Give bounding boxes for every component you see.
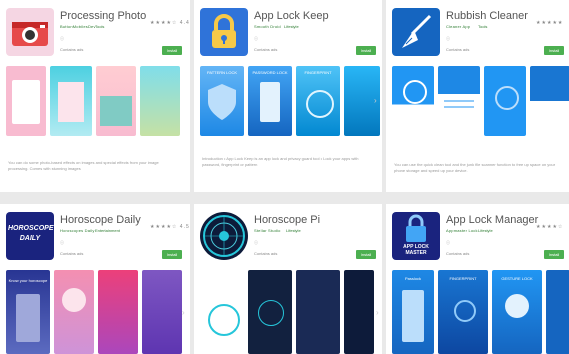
ads-badge: Contains ads [60, 251, 84, 256]
ads-badge: Contains ads [254, 47, 278, 52]
category-link[interactable]: Tools [478, 24, 487, 29]
screenshot[interactable] [392, 66, 434, 136]
screenshot[interactable]: Know your horoscope [6, 270, 50, 354]
app-title[interactable]: App Lock Keep [254, 10, 329, 22]
lock-icon[interactable] [200, 8, 248, 56]
screenshot-strip[interactable] [6, 66, 180, 136]
app-card-processing-photo[interactable]: Processing Photo ButtonMobilesDev Tools … [0, 0, 190, 192]
shot-label: GESTURE LOCK [501, 276, 533, 281]
screenshot[interactable] [484, 66, 526, 136]
install-button[interactable]: Install [544, 46, 564, 55]
install-button[interactable]: Install [162, 46, 182, 55]
chevron-right-icon[interactable]: › [182, 308, 185, 317]
info-icon: ⓘ [446, 240, 450, 245]
info-icon: ⓘ [446, 36, 450, 41]
developer-link[interactable]: Horoscopes Daily [60, 228, 95, 233]
developer-link[interactable]: ButtonMobilesDev [60, 24, 96, 29]
camera-icon[interactable] [6, 8, 54, 56]
developer-link[interactable]: Appmaster Lock [446, 228, 478, 233]
category-link[interactable]: Lifestyle [284, 24, 299, 29]
info-icon: ⓘ [60, 240, 64, 245]
rating: ★★★★★ [536, 20, 564, 26]
screenshot[interactable]: FINGERPRINT [296, 66, 340, 136]
screenshot[interactable] [248, 270, 292, 354]
app-card-horoscope-daily[interactable]: HOROSCOPE DAILY Horoscope Daily Horoscop… [0, 204, 190, 354]
screenshot[interactable]: PATTERN LOCK [200, 66, 244, 136]
chevron-right-icon[interactable]: › [374, 96, 377, 105]
screenshot[interactable] [50, 66, 92, 136]
shot-label: FINGERPRINT [304, 70, 332, 75]
developer-link[interactable]: Stellar Studio [254, 228, 281, 233]
app-title[interactable]: Horoscope Pi [254, 214, 320, 226]
screenshot[interactable] [96, 66, 136, 136]
developer-link[interactable]: Smooth Droid [254, 24, 281, 29]
screenshot-strip[interactable]: PATTERN LOCK PASSWORD LOCK FINGERPRINT [200, 66, 380, 136]
screenshot[interactable] [296, 270, 340, 354]
category-link[interactable]: Lifestyle [286, 228, 301, 233]
screenshot[interactable] [6, 66, 46, 136]
screenshot[interactable] [438, 66, 480, 136]
app-lock-master-icon[interactable]: APP LOCK MASTER [392, 212, 440, 260]
shot-label: PATTERN LOCK [206, 70, 238, 75]
broom-icon[interactable] [392, 8, 440, 56]
app-title[interactable]: Horoscope Daily [60, 214, 141, 226]
shot-label: Know your horoscope [8, 278, 48, 283]
category-link[interactable]: Tools [95, 24, 104, 29]
app-title[interactable]: Rubbish Cleaner [446, 10, 528, 22]
screenshot-strip[interactable] [200, 270, 374, 354]
shot-label: FINGERPRINT [449, 276, 477, 281]
screenshot[interactable]: Passlock [392, 270, 434, 354]
app-card-app-lock-keep[interactable]: App Lock Keep Smooth Droid Lifestyle ⓘ C… [194, 0, 382, 192]
chevron-right-icon[interactable]: › [376, 308, 379, 317]
screenshot[interactable] [98, 270, 138, 354]
screenshot[interactable] [344, 270, 374, 354]
install-button[interactable]: Install [544, 250, 564, 259]
install-button[interactable]: Install [162, 250, 182, 259]
ads-badge: Contains ads [254, 251, 278, 256]
zodiac-wheel-icon[interactable] [200, 212, 248, 260]
info-icon: ⓘ [254, 240, 258, 245]
icon-text: HOROSCOPE DAILY [8, 225, 54, 242]
ads-badge: Contains ads [446, 251, 470, 256]
app-card-app-lock-manager[interactable]: APP LOCK MASTER App Lock Manager Appmast… [386, 204, 569, 354]
ads-badge: Contains ads [60, 47, 84, 52]
screenshot[interactable] [546, 270, 569, 354]
category-link[interactable]: Entertainment [95, 228, 120, 233]
screenshot-strip[interactable]: Passlock FINGERPRINT GESTURE LOCK [392, 270, 569, 354]
rating: ★★★★☆ 4.5 [150, 224, 190, 230]
shot-label: Passlock [404, 276, 421, 281]
category-link[interactable]: Lifestyle [478, 228, 493, 233]
screenshot[interactable] [140, 66, 180, 136]
ads-badge: Contains ads [446, 47, 470, 52]
app-description: You can do some photo-based effects on i… [8, 160, 159, 171]
install-button[interactable]: Install [356, 250, 376, 259]
screenshot[interactable] [142, 270, 182, 354]
install-button[interactable]: Install [356, 46, 376, 55]
screenshot[interactable]: GESTURE LOCK [492, 270, 542, 354]
info-icon: ⓘ [60, 36, 64, 41]
screenshot[interactable]: PASSWORD LOCK [248, 66, 292, 136]
developer-link[interactable]: Cleaner App [446, 24, 470, 29]
horoscope-logo-icon[interactable]: HOROSCOPE DAILY [6, 212, 54, 260]
screenshot[interactable] [530, 66, 569, 136]
screenshot[interactable] [200, 270, 244, 354]
icon-text: APP LOCK MASTER [403, 244, 429, 256]
rating: ★★★★☆ [536, 224, 564, 230]
screenshot-strip[interactable] [392, 66, 569, 136]
rating: ★★★★☆ 4.4 [150, 20, 190, 26]
screenshot[interactable]: FINGERPRINT [438, 270, 488, 354]
screenshot-strip[interactable]: Know your horoscope [6, 270, 182, 354]
app-card-horoscope-pi[interactable]: Horoscope Pi Stellar Studio Lifestyle ⓘ … [194, 204, 382, 354]
app-description: Introduction • App Lock Keep is an app l… [202, 156, 359, 167]
app-card-rubbish-cleaner[interactable]: Rubbish Cleaner Cleaner App Tools ★★★★★ … [386, 0, 569, 192]
screenshot[interactable] [54, 270, 94, 354]
app-description: You can use the quick clean tool and the… [394, 162, 556, 173]
shot-label: PASSWORD LOCK [252, 70, 288, 75]
app-title[interactable]: Processing Photo [60, 10, 146, 22]
app-title[interactable]: App Lock Manager [446, 214, 538, 226]
info-icon: ⓘ [254, 36, 258, 41]
